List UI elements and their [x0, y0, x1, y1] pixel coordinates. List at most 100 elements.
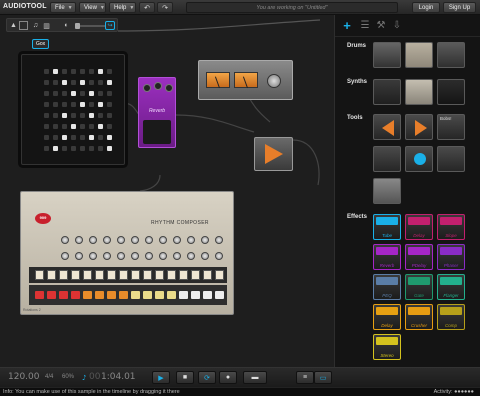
matrix-sequencer[interactable] [21, 54, 125, 165]
pad-button[interactable] [80, 146, 85, 151]
drum-knob[interactable] [201, 252, 209, 260]
undo-button[interactable]: ↶ [139, 2, 155, 13]
pad-button[interactable] [44, 69, 49, 74]
instrument-key[interactable] [71, 270, 80, 280]
view-menu[interactable]: View ▼ [79, 2, 106, 13]
pad-button[interactable] [71, 91, 76, 96]
pad-button[interactable] [107, 102, 112, 107]
instrument-key[interactable] [203, 270, 212, 280]
pad-button[interactable] [62, 135, 67, 140]
instrument-key[interactable] [35, 270, 44, 280]
drum-knob[interactable] [215, 236, 223, 244]
pad-button[interactable] [53, 135, 58, 140]
pad-button[interactable] [62, 91, 67, 96]
loop-button[interactable]: ⟳ [198, 371, 216, 384]
pad-button[interactable] [44, 135, 49, 140]
drum-knob[interactable] [187, 252, 195, 260]
instrument-key[interactable] [107, 270, 116, 280]
menu-list-icon[interactable]: ☰ [359, 19, 371, 31]
pad-button[interactable] [89, 91, 94, 96]
pad-button[interactable] [98, 91, 103, 96]
pedal-knob[interactable] [154, 82, 162, 90]
pad-button[interactable] [89, 102, 94, 107]
step-button[interactable] [35, 291, 44, 299]
instrument-key[interactable] [143, 270, 152, 280]
pad-button[interactable] [98, 146, 103, 151]
pad-button[interactable] [44, 102, 49, 107]
pad-button[interactable] [98, 80, 103, 85]
instrument-key[interactable] [167, 270, 176, 280]
pad-button[interactable] [71, 69, 76, 74]
drum-knob[interactable] [173, 236, 181, 244]
drum-knob[interactable] [187, 236, 195, 244]
pad-button[interactable] [62, 69, 67, 74]
pad-button[interactable] [53, 102, 58, 107]
synth-device-tile[interactable] [437, 79, 465, 105]
pad-button[interactable] [62, 146, 67, 151]
signup-button[interactable]: Sign Up [443, 2, 476, 13]
pad-button[interactable] [53, 124, 58, 129]
drum-device-tile[interactable] [405, 42, 433, 68]
effect-device-tile[interactable]: Comp [437, 304, 465, 330]
pad-button[interactable] [107, 124, 112, 129]
pad-button[interactable] [44, 124, 49, 129]
effect-device-tile[interactable]: Stereo [373, 334, 401, 360]
synth-device-tile[interactable] [373, 79, 401, 105]
pad-button[interactable] [80, 69, 85, 74]
drum-machine[interactable]: 909 RHYTHM COMPOSER Rotations 2 [20, 191, 234, 315]
drum-device-tile[interactable] [437, 42, 465, 68]
pad-button[interactable] [89, 146, 94, 151]
instrument-key[interactable] [119, 270, 128, 280]
instrument-key[interactable] [191, 270, 200, 280]
wrench-icon[interactable]: ⚒ [375, 19, 387, 31]
pad-button[interactable] [53, 69, 58, 74]
pad-button[interactable] [71, 146, 76, 151]
play-button[interactable]: ▶ [152, 371, 170, 384]
instrument-key[interactable] [179, 270, 188, 280]
pad-button[interactable] [107, 146, 112, 151]
login-button[interactable]: Login [412, 2, 440, 13]
effect-device-tile[interactable]: Tube [373, 214, 401, 240]
step-button[interactable] [95, 291, 104, 299]
effect-device-tile[interactable]: Gate [405, 274, 433, 300]
file-menu[interactable]: File ▼ [50, 2, 76, 13]
desktop-canvas[interactable]: ▲ ♫ ▥ ◐ ↪ Gox Reverb 909 RHYTHM COMPOSER… [0, 15, 334, 367]
pad-button[interactable] [53, 91, 58, 96]
effect-device-tile[interactable]: Delay [405, 214, 433, 240]
tool-device-tile[interactable] [373, 178, 401, 204]
bpm-display[interactable]: 120.00 [8, 372, 40, 382]
add-plus-icon[interactable]: + [341, 18, 353, 33]
drum-knob[interactable] [145, 236, 153, 244]
pad-button[interactable] [71, 135, 76, 140]
tool-device-tile[interactable]: Bobs! [437, 114, 465, 140]
drum-knob[interactable] [61, 252, 69, 260]
pad-button[interactable] [107, 135, 112, 140]
drum-knob[interactable] [131, 252, 139, 260]
pad-button[interactable] [98, 135, 103, 140]
pad-button[interactable] [80, 113, 85, 118]
drum-knob[interactable] [131, 236, 139, 244]
step-button[interactable] [131, 291, 140, 299]
step-button[interactable] [215, 291, 224, 299]
pad-button[interactable] [62, 80, 67, 85]
effect-device-tile[interactable]: Slope [437, 214, 465, 240]
pad-button[interactable] [71, 80, 76, 85]
pad-button[interactable] [53, 146, 58, 151]
pad-button[interactable] [89, 80, 94, 85]
help-menu[interactable]: Help ▼ [109, 2, 136, 13]
pad-button[interactable] [89, 113, 94, 118]
pad-button[interactable] [62, 124, 67, 129]
pad-button[interactable] [44, 113, 49, 118]
download-icon[interactable]: ⇩ [391, 19, 403, 31]
effect-device-tile[interactable]: Phaser [437, 244, 465, 270]
pad-button[interactable] [98, 124, 103, 129]
drum-knob[interactable] [89, 236, 97, 244]
drum-knob[interactable] [173, 252, 181, 260]
pedal-knob[interactable] [165, 84, 173, 92]
effect-device-tile[interactable]: Reverb [373, 244, 401, 270]
effect-device-tile[interactable]: PDelay [405, 244, 433, 270]
step-button[interactable] [107, 291, 116, 299]
effect-device-tile[interactable]: Delay [373, 304, 401, 330]
pad-button[interactable] [44, 80, 49, 85]
drum-knob[interactable] [75, 252, 83, 260]
